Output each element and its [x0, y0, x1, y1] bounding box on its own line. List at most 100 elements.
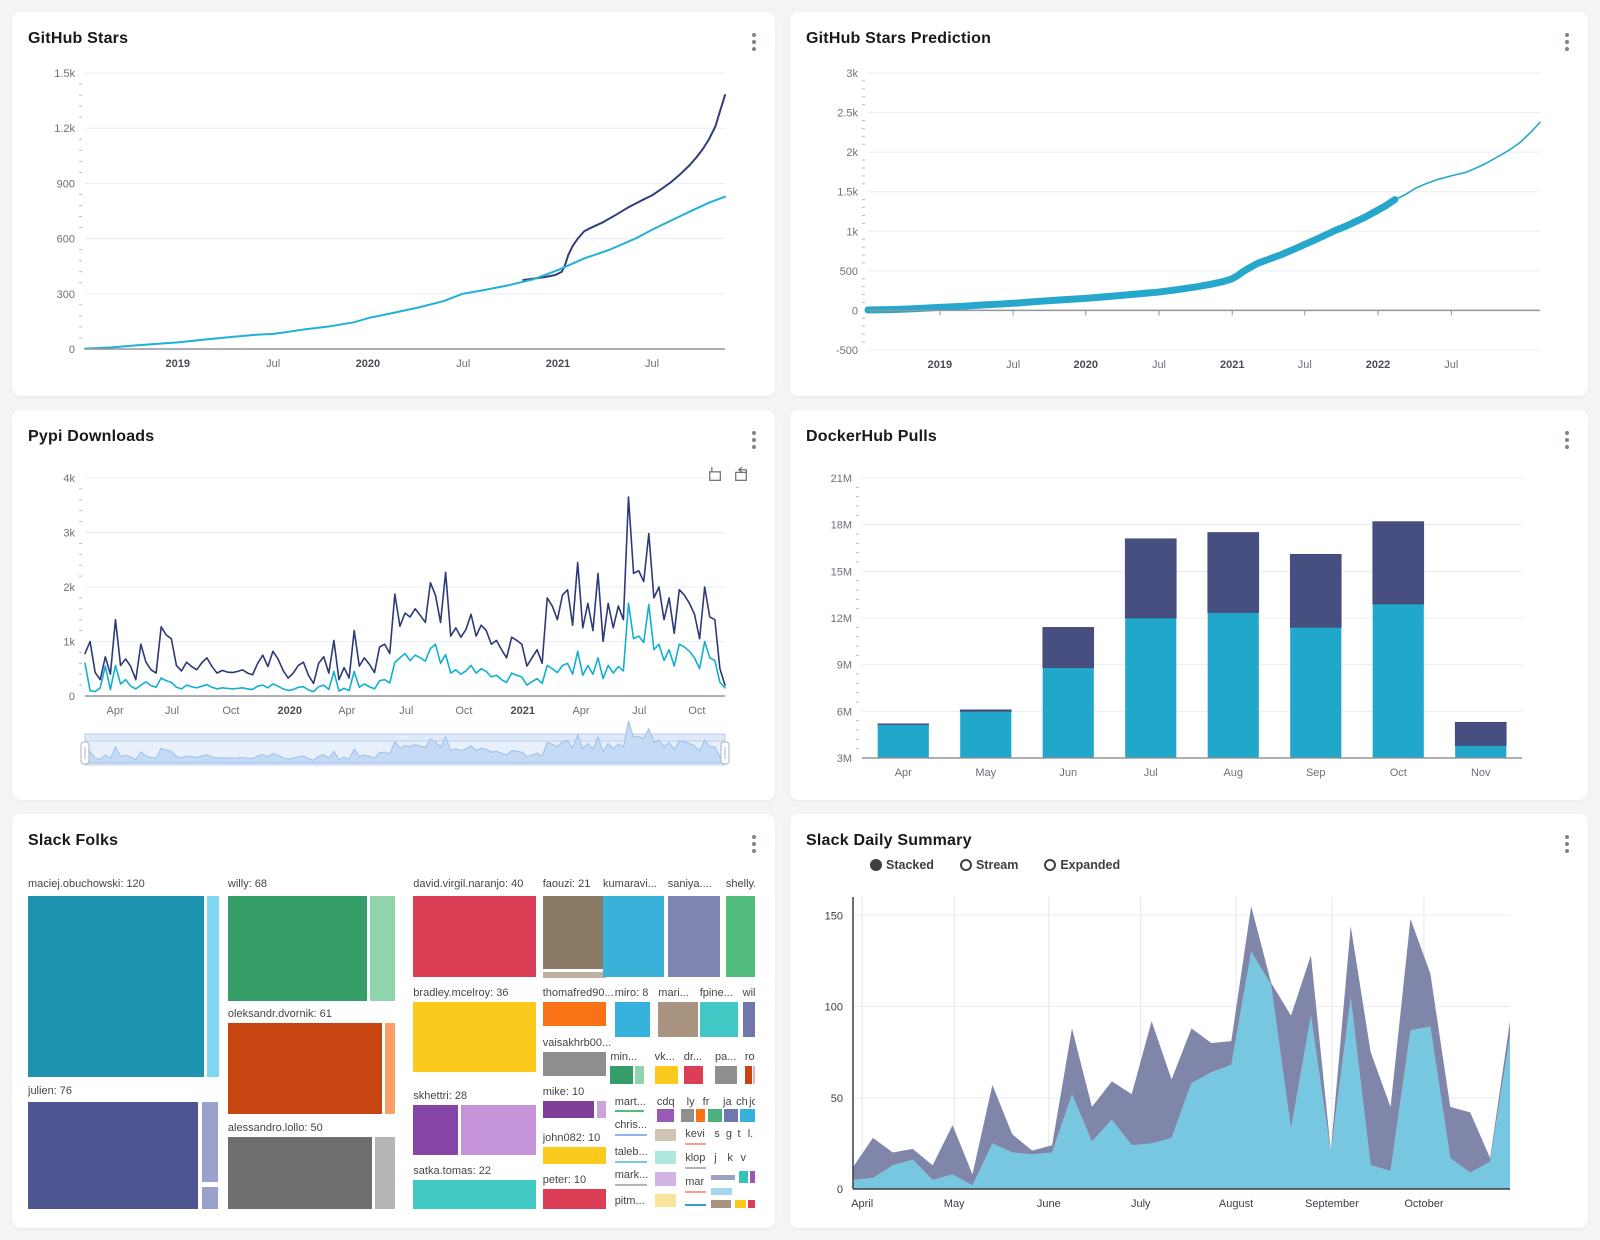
svg-text:June: June: [1037, 1198, 1061, 1210]
treemap-cell[interactable]: [413, 1180, 536, 1209]
treemap-cell[interactable]: [615, 1161, 648, 1163]
treemap-cell[interactable]: [28, 1102, 198, 1209]
treemap-cell[interactable]: [228, 896, 367, 1001]
chart-legend: Stacked Stream Expanded: [870, 858, 1120, 872]
treemap-cell[interactable]: [708, 1109, 721, 1122]
treemap-cell[interactable]: [202, 1102, 219, 1182]
treemap-cell[interactable]: [711, 1200, 731, 1208]
kebab-menu-icon[interactable]: [1560, 426, 1574, 454]
treemap-cell[interactable]: [685, 1191, 706, 1193]
treemap-cell[interactable]: [711, 1175, 735, 1180]
treemap-cell[interactable]: [685, 1204, 706, 1206]
treemap-cell[interactable]: [603, 896, 664, 977]
svg-text:2022: 2022: [1366, 359, 1390, 371]
svg-text:150: 150: [825, 910, 843, 922]
treemap-cell[interactable]: [668, 896, 720, 977]
treemap-cell[interactable]: [658, 1002, 698, 1037]
treemap-cell[interactable]: [743, 1002, 755, 1037]
treemap-cell[interactable]: [228, 1137, 372, 1209]
treemap-cell[interactable]: [745, 1066, 752, 1084]
treemap-cell[interactable]: [696, 1109, 705, 1122]
data-zoom-icon[interactable]: [706, 466, 723, 483]
treemap-cell[interactable]: [748, 1200, 755, 1208]
treemap-cell[interactable]: [685, 1167, 706, 1169]
svg-text:2k: 2k: [63, 582, 75, 594]
kebab-menu-icon[interactable]: [747, 28, 761, 56]
treemap-cell[interactable]: [615, 1110, 644, 1112]
svg-text:April: April: [851, 1198, 873, 1210]
stars-fork-line: [523, 95, 725, 280]
treemap-cell[interactable]: [543, 1002, 606, 1026]
treemap-cell[interactable]: [655, 1172, 675, 1186]
treemap-cell-label: mike: 10: [543, 1086, 585, 1098]
svg-text:1.5k: 1.5k: [837, 187, 858, 199]
treemap-cell-label: skhettri: 28: [413, 1090, 467, 1102]
treemap-cell-label: faouzi: 21: [543, 878, 591, 890]
svg-text:Apr: Apr: [572, 705, 589, 717]
bar-bottom-Apr: [878, 725, 929, 758]
treemap-cell[interactable]: [655, 1129, 675, 1141]
svg-text:0: 0: [69, 344, 75, 356]
treemap-cell[interactable]: [543, 1101, 594, 1118]
treemap-cell[interactable]: [739, 1171, 748, 1183]
treemap-cell[interactable]: [715, 1066, 737, 1084]
kebab-menu-icon[interactable]: [1560, 830, 1574, 858]
treemap-cell[interactable]: [413, 896, 536, 977]
treemap-cell[interactable]: [543, 972, 606, 978]
treemap-cell[interactable]: [385, 1023, 395, 1114]
axes: 03006009001.2k1.5k2019Jul2020Jul2021Jul: [54, 68, 725, 370]
treemap-cell[interactable]: [655, 1066, 678, 1084]
treemap-cell[interactable]: [543, 1052, 606, 1076]
treemap-cell[interactable]: [684, 1066, 703, 1084]
treemap-cell[interactable]: [681, 1109, 694, 1122]
treemap-cell[interactable]: [655, 1151, 675, 1164]
treemap-cell[interactable]: [413, 1105, 458, 1155]
bar-top-Jun: [1043, 627, 1094, 667]
kebab-menu-icon[interactable]: [747, 830, 761, 858]
treemap-cell[interactable]: [597, 1101, 606, 1118]
treemap-cell[interactable]: [615, 1184, 648, 1186]
svg-text:50: 50: [831, 1093, 843, 1105]
treemap-cell[interactable]: [207, 896, 219, 1077]
svg-text:3k: 3k: [846, 68, 858, 80]
treemap-cell[interactable]: [685, 1143, 706, 1145]
svg-text:21M: 21M: [831, 473, 852, 485]
kebab-menu-icon[interactable]: [1560, 28, 1574, 56]
treemap-cell[interactable]: [655, 1194, 675, 1207]
treemap-cell[interactable]: [375, 1137, 395, 1209]
treemap-cell[interactable]: [543, 896, 606, 969]
treemap-cell[interactable]: [750, 1171, 755, 1183]
treemap-cell[interactable]: [657, 1109, 674, 1122]
treemap-cell[interactable]: [202, 1187, 219, 1209]
treemap-cell[interactable]: [700, 1002, 738, 1037]
restore-icon[interactable]: [732, 466, 749, 483]
treemap-cell[interactable]: [711, 1188, 733, 1195]
treemap-cell[interactable]: [753, 1066, 755, 1084]
treemap-cell[interactable]: [28, 896, 204, 1077]
treemap-cell[interactable]: [740, 1109, 755, 1122]
legend-item-stream[interactable]: Stream: [960, 858, 1018, 872]
treemap-cell[interactable]: [610, 1066, 633, 1084]
treemap-cell[interactable]: [726, 896, 755, 977]
svg-text:2k: 2k: [846, 147, 858, 159]
slack-daily-summary-chart: 050100150AprilMayJuneJulyAugustSeptember…: [790, 814, 1588, 1228]
treemap-cell[interactable]: [635, 1066, 644, 1084]
treemap-cell[interactable]: [615, 1134, 648, 1136]
svg-text:Jun: Jun: [1059, 767, 1077, 779]
treemap-cell[interactable]: [543, 1189, 606, 1209]
treemap-cell[interactable]: [370, 896, 395, 1001]
legend-item-expanded[interactable]: Expanded: [1044, 858, 1120, 872]
datazoom-slider[interactable]: [81, 721, 729, 765]
treemap-cell-label: ro...: [745, 1051, 755, 1063]
treemap-cell[interactable]: [543, 1147, 606, 1164]
treemap-cell[interactable]: [461, 1105, 536, 1155]
treemap-cell-label: jo: [749, 1096, 755, 1108]
treemap-cell[interactable]: [413, 1002, 536, 1072]
legend-item-stacked[interactable]: Stacked: [870, 858, 934, 872]
treemap-cell[interactable]: [228, 1023, 382, 1114]
kebab-menu-icon[interactable]: [747, 426, 761, 454]
treemap-cell[interactable]: [724, 1109, 737, 1122]
treemap-cell[interactable]: [735, 1200, 747, 1208]
treemap-cell[interactable]: [615, 1002, 650, 1037]
svg-text:Jul: Jul: [456, 358, 470, 370]
